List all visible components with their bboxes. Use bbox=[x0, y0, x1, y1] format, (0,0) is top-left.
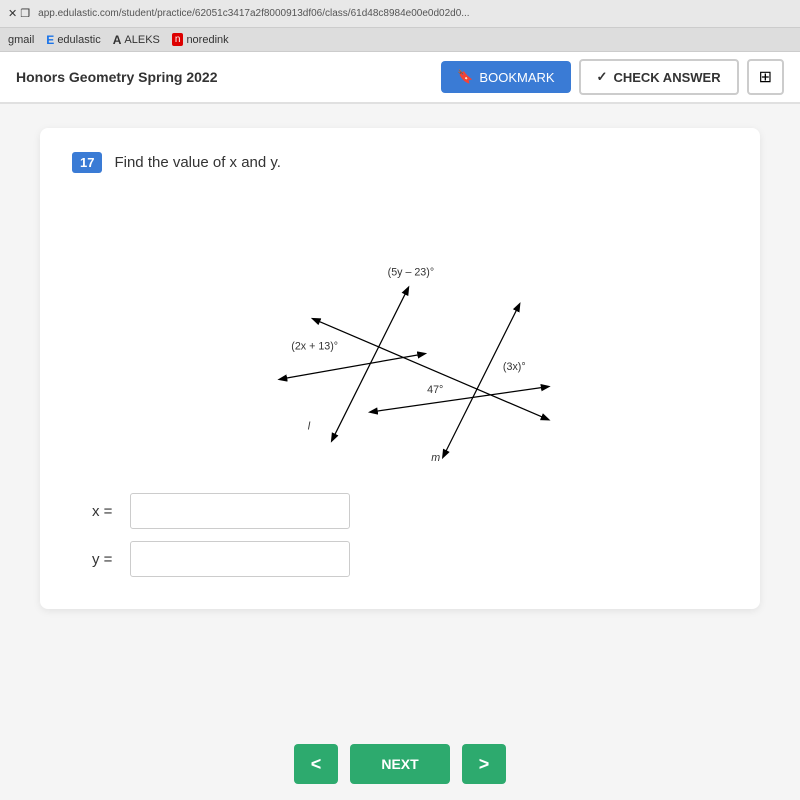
edulastic-icon: E bbox=[46, 33, 54, 47]
x-input-row: x = bbox=[92, 493, 728, 529]
input-section: x = y = bbox=[72, 493, 728, 577]
tab-noredink[interactable]: n noredink bbox=[172, 33, 229, 46]
noredink-label: noredink bbox=[186, 34, 228, 46]
next-icon: > bbox=[479, 754, 490, 774]
svg-text:l: l bbox=[308, 420, 311, 432]
aleks-icon: A bbox=[113, 33, 122, 47]
y-input[interactable] bbox=[130, 541, 350, 577]
browser-bar: ✕ ❐ app.edulastic.com/student/practice/6… bbox=[0, 0, 800, 28]
question-header: 17 Find the value of x and y. bbox=[72, 152, 728, 173]
question-card: 17 Find the value of x and y. bbox=[40, 128, 760, 609]
y-input-row: y = bbox=[92, 541, 728, 577]
main-content: 17 Find the value of x and y. bbox=[0, 104, 800, 800]
check-icon: ✓ bbox=[597, 69, 608, 85]
gmail-label: gmail bbox=[8, 34, 34, 46]
geometry-diagram: (5y – 23)° (2x + 13)° (3x)° 47° l m bbox=[200, 189, 600, 469]
app-header: Honors Geometry Spring 2022 🔖 BOOKMARK ✓… bbox=[0, 52, 800, 104]
tab-edulastic[interactable]: E edulastic bbox=[46, 33, 100, 47]
course-title: Honors Geometry Spring 2022 bbox=[16, 69, 218, 85]
browser-controls: ✕ ❐ bbox=[8, 7, 30, 20]
question-text: Find the value of x and y. bbox=[114, 152, 281, 171]
tab-aleks[interactable]: A ALEKS bbox=[113, 33, 160, 47]
tab-gmail[interactable]: gmail bbox=[8, 34, 34, 46]
noredink-icon: n bbox=[172, 33, 184, 46]
svg-text:(5y – 23)°: (5y – 23)° bbox=[388, 266, 434, 278]
edulastic-label: edulastic bbox=[57, 34, 100, 46]
prev-icon: < bbox=[311, 754, 322, 774]
question-number: 17 bbox=[72, 152, 102, 173]
grid-icon: ⊞ bbox=[759, 69, 772, 86]
diagram-area: (5y – 23)° (2x + 13)° (3x)° 47° l m bbox=[72, 189, 728, 469]
x-label: x = bbox=[92, 503, 122, 520]
bookmark-icon: 🔖 bbox=[457, 69, 473, 85]
next-label-button[interactable]: NEXT bbox=[350, 744, 450, 784]
svg-text:m: m bbox=[431, 452, 440, 464]
url-bar: app.edulastic.com/student/practice/62051… bbox=[38, 8, 792, 19]
x-input[interactable] bbox=[130, 493, 350, 529]
bookmark-button[interactable]: 🔖 BOOKMARK bbox=[441, 61, 570, 93]
grid-button[interactable]: ⊞ bbox=[747, 59, 784, 95]
header-actions: 🔖 BOOKMARK ✓ CHECK ANSWER ⊞ bbox=[441, 59, 784, 95]
next-button[interactable]: > bbox=[462, 744, 506, 784]
bottom-nav: < NEXT > bbox=[278, 728, 522, 800]
next-label: NEXT bbox=[381, 756, 418, 772]
prev-button[interactable]: < bbox=[294, 744, 338, 784]
bookmark-label: BOOKMARK bbox=[479, 70, 554, 85]
check-answer-label: CHECK ANSWER bbox=[613, 70, 720, 85]
svg-text:(2x + 13)°: (2x + 13)° bbox=[291, 341, 338, 353]
svg-text:(3x)°: (3x)° bbox=[503, 361, 526, 373]
svg-text:47°: 47° bbox=[427, 384, 443, 396]
check-answer-button[interactable]: ✓ CHECK ANSWER bbox=[579, 59, 739, 95]
tab-bar: gmail E edulastic A ALEKS n noredink bbox=[0, 28, 800, 52]
aleks-label: ALEKS bbox=[124, 34, 159, 46]
y-label: y = bbox=[92, 551, 122, 568]
